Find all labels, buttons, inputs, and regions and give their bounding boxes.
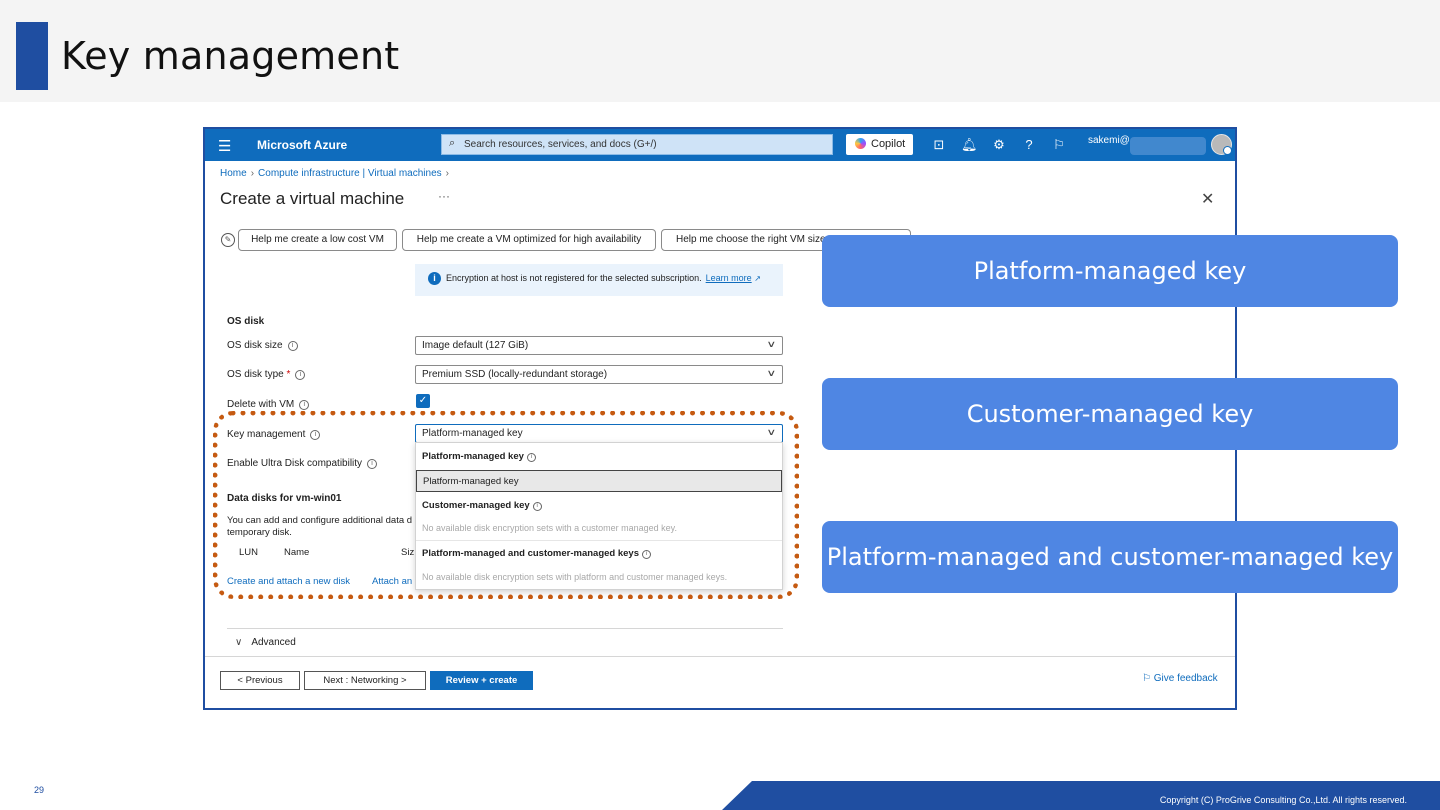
copilot-label: Copilot: [871, 138, 906, 150]
os-disk-size-text: OS disk size: [227, 340, 283, 351]
callout-platform-managed-key: Platform-managed key: [822, 235, 1398, 307]
slide-title: Key management: [61, 34, 400, 78]
user-blurred-details: [1130, 137, 1206, 155]
os-disk-size-label: OS disk size i: [227, 340, 298, 351]
info-icon: i: [287, 341, 298, 351]
title-accent-bar: [16, 22, 48, 90]
os-disk-section-title: OS disk: [227, 316, 265, 327]
copyright: Copyright (C) ProGrive Consulting Co.,Lt…: [1159, 795, 1407, 805]
breadcrumb-home[interactable]: Home: [220, 168, 247, 179]
search-placeholder: Search resources, services, and docs (G+…: [464, 139, 657, 150]
os-disk-size-dropdown[interactable]: Image default (127 GiB) ∨: [415, 336, 783, 355]
review-create-button[interactable]: Review + create: [430, 671, 533, 690]
close-icon[interactable]: ✕: [1201, 189, 1214, 209]
help-high-availability-button[interactable]: Help me create a VM optimized for high a…: [402, 229, 656, 251]
external-link-icon: ↗: [754, 274, 761, 283]
breadcrumb-chevron-icon: ›: [445, 168, 449, 179]
advanced-divider: [227, 628, 783, 629]
gear-icon[interactable]: ⚙: [991, 137, 1007, 153]
delete-with-vm-text: Delete with VM: [227, 399, 295, 410]
os-disk-type-value: Premium SSD (locally-redundant storage): [422, 369, 608, 380]
more-icon[interactable]: ···: [438, 189, 450, 203]
user-name[interactable]: sakemi@: [1088, 135, 1130, 146]
cloud-shell-icon[interactable]: ⊡: [931, 137, 947, 153]
os-disk-type-label: OS disk type * i: [227, 369, 306, 380]
avatar[interactable]: [1211, 134, 1232, 155]
learn-more-link[interactable]: Learn more: [706, 273, 752, 283]
callout-platform-and-customer-key: Platform-managed and customer-managed ke…: [822, 521, 1398, 593]
info-icon: i: [428, 272, 441, 285]
os-disk-type-text: OS disk type: [227, 369, 284, 380]
search-input[interactable]: ⌕ Search resources, services, and docs (…: [441, 134, 833, 155]
footer-divider: [205, 656, 1235, 657]
copilot-help-icon: ✎: [221, 233, 235, 247]
feedback-icon: ⚐: [1142, 673, 1151, 684]
help-low-cost-button[interactable]: Help me create a low cost VM: [238, 229, 397, 251]
give-feedback-link[interactable]: ⚐ Give feedback: [1142, 673, 1218, 684]
chevron-down-icon: ∨: [235, 637, 243, 648]
info-text: Encryption at host is not registered for…: [446, 273, 761, 283]
advanced-section-toggle[interactable]: ∨ Advanced: [235, 637, 296, 648]
chevron-down-icon: ∨: [766, 339, 777, 349]
slide-header: Key management: [0, 0, 1440, 102]
page-number: 29: [34, 785, 45, 795]
callout-customer-managed-key: Customer-managed key: [822, 378, 1398, 450]
previous-button[interactable]: < Previous: [220, 671, 300, 690]
next-networking-button[interactable]: Next : Networking >: [304, 671, 426, 690]
menu-icon[interactable]: ☰: [218, 137, 231, 155]
info-message: Encryption at host is not registered for…: [446, 273, 702, 283]
delete-with-vm-checkbox[interactable]: ✓: [416, 394, 430, 408]
advanced-label: Advanced: [251, 637, 296, 648]
info-bar: i Encryption at host is not registered f…: [415, 264, 783, 296]
breadcrumb-chevron-icon: ›: [250, 168, 255, 179]
copilot-button[interactable]: Copilot: [846, 134, 913, 155]
page-title: Create a virtual machine: [220, 189, 405, 208]
chevron-down-icon: ∨: [766, 368, 777, 378]
required-marker: *: [286, 369, 291, 380]
azure-brand[interactable]: Microsoft Azure: [257, 138, 347, 152]
feedback-icon[interactable]: ⚐: [1051, 137, 1067, 153]
bell-icon[interactable]: 🔔︎: [961, 137, 978, 153]
highlight-dotted-outline: [213, 411, 799, 599]
os-disk-size-value: Image default (127 GiB): [422, 340, 529, 351]
info-icon: i: [299, 400, 310, 410]
breadcrumb-compute[interactable]: Compute infrastructure | Virtual machine…: [258, 168, 442, 179]
delete-with-vm-label: Delete with VM i: [227, 399, 310, 410]
breadcrumb: Home › Compute infrastructure | Virtual ma…: [220, 168, 453, 179]
info-icon: i: [295, 370, 306, 380]
os-disk-type-dropdown[interactable]: Premium SSD (locally-redundant storage) …: [415, 365, 783, 384]
azure-top-bar: ☰ Microsoft Azure ⌕ Search resources, se…: [205, 129, 1235, 161]
copilot-icon: [855, 138, 866, 149]
help-icon[interactable]: ?: [1021, 137, 1037, 153]
slide: Key management ☰ Microsoft Azure ⌕ Searc…: [0, 0, 1440, 810]
search-icon: ⌕: [449, 137, 456, 149]
give-feedback-text: Give feedback: [1153, 673, 1218, 684]
